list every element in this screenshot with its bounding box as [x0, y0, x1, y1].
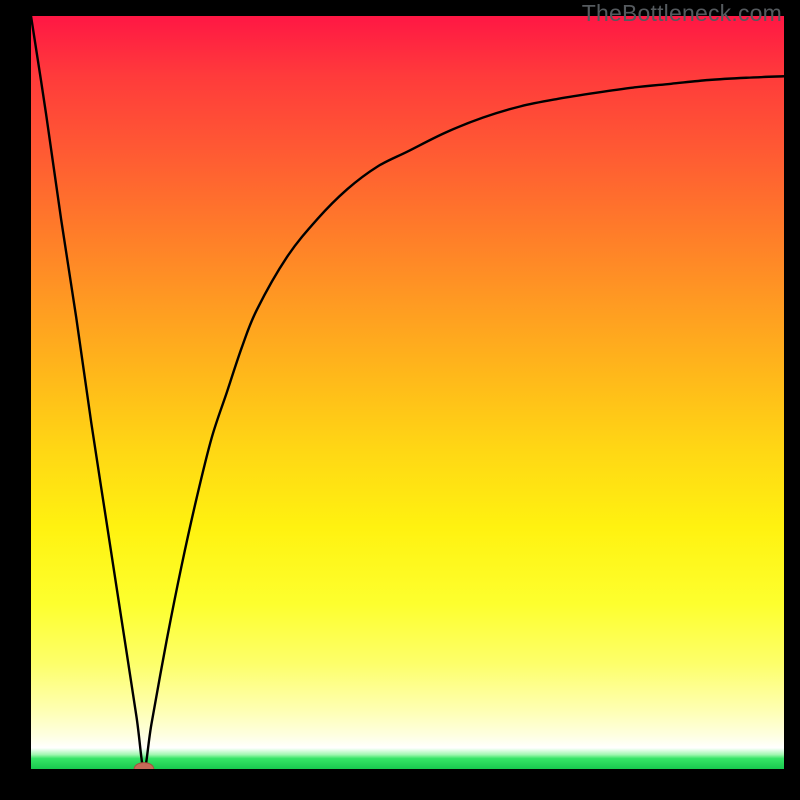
- watermark-text: TheBottleneck.com: [582, 0, 782, 27]
- bottleneck-curve: [31, 16, 784, 769]
- curve-layer: [31, 16, 784, 769]
- minimum-marker: [134, 763, 154, 769]
- chart-frame: TheBottleneck.com: [0, 0, 800, 800]
